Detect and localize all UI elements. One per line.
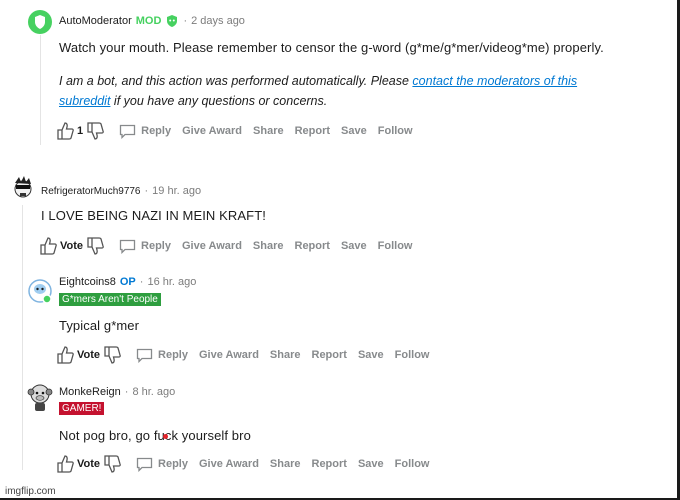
upvote-icon[interactable] bbox=[55, 121, 75, 141]
reply-label: Reply bbox=[141, 125, 172, 137]
comment-body: Not pog bro, go fuck yourself bro bbox=[59, 428, 251, 443]
comment-meta: MonkeReign · 8 hr. ago bbox=[59, 386, 175, 398]
comment-body: Typical g*mer bbox=[59, 318, 140, 333]
upvote-icon[interactable] bbox=[55, 454, 75, 474]
follow-button[interactable]: Follow bbox=[378, 240, 413, 252]
comment-body: I LOVE BEING NAZI IN MEIN KRAFT! bbox=[41, 208, 266, 223]
timestamp[interactable]: 16 hr. ago bbox=[147, 276, 196, 288]
report-button[interactable]: Report bbox=[295, 125, 330, 137]
comment-meta: Eightcoins8 OP · 16 hr. ago bbox=[59, 276, 196, 288]
upvote-icon[interactable] bbox=[55, 345, 75, 365]
downvote-icon[interactable] bbox=[102, 345, 122, 365]
snoo-avatar-icon bbox=[28, 279, 52, 304]
author-name[interactable]: MonkeReign bbox=[59, 386, 121, 398]
op-badge: OP bbox=[119, 276, 136, 288]
follow-button[interactable]: Follow bbox=[395, 458, 430, 470]
imgflip-watermark: imgflip.com bbox=[5, 486, 56, 497]
separator-dot: · bbox=[124, 386, 129, 398]
avatar[interactable] bbox=[27, 278, 53, 304]
bot-disclaimer: I am a bot, and this action was performe… bbox=[59, 71, 619, 111]
mod-badge: MOD bbox=[135, 15, 162, 27]
automoderator-shield-icon bbox=[28, 10, 52, 34]
separator-dot: · bbox=[183, 15, 188, 27]
timestamp[interactable]: 2 days ago bbox=[191, 15, 245, 27]
separator-dot: · bbox=[139, 276, 144, 288]
vote-label: Vote bbox=[77, 458, 101, 470]
give-award-button[interactable]: Give Award bbox=[182, 125, 242, 137]
timestamp[interactable]: 8 hr. ago bbox=[132, 386, 175, 398]
report-button[interactable]: Report bbox=[295, 240, 330, 252]
comment-body: Watch your mouth. Please remember to cen… bbox=[59, 40, 604, 55]
reply-button[interactable]: Reply bbox=[136, 348, 188, 363]
comment-meta: AutoModerator MOD · 2 days ago bbox=[59, 14, 245, 28]
comment-actions: Vote Reply Give Award Share Report Save … bbox=[38, 236, 412, 256]
bot-disclaimer-text: I am a bot, and this action was performe… bbox=[59, 74, 413, 88]
upvote-icon[interactable] bbox=[38, 236, 58, 256]
vote-label: Vote bbox=[77, 349, 101, 361]
give-award-button[interactable]: Give Award bbox=[199, 458, 259, 470]
thread-line[interactable] bbox=[40, 35, 41, 145]
reply-button[interactable]: Reply bbox=[136, 457, 188, 472]
reply-label: Reply bbox=[158, 458, 188, 470]
snoo-avatar-icon bbox=[27, 384, 53, 411]
comment-actions: 1 Reply Give Award Share Report Save Fol… bbox=[55, 121, 413, 141]
save-button[interactable]: Save bbox=[358, 458, 384, 470]
reply-label: Reply bbox=[141, 240, 171, 252]
share-button[interactable]: Share bbox=[253, 125, 284, 137]
downvote-icon[interactable] bbox=[85, 236, 105, 256]
user-flair: GAMER! bbox=[59, 402, 105, 415]
follow-button[interactable]: Follow bbox=[378, 125, 413, 137]
vote-label: Vote bbox=[60, 240, 84, 252]
thread-line[interactable] bbox=[22, 205, 23, 470]
comment-bubble-icon bbox=[136, 457, 153, 472]
comment-meta: RefrigeratorMuch9776 · 19 hr. ago bbox=[41, 185, 201, 197]
comment-bubble-icon bbox=[119, 239, 136, 254]
share-button[interactable]: Share bbox=[270, 458, 301, 470]
share-button[interactable]: Share bbox=[270, 349, 301, 361]
comment-actions: Vote Reply Give Award Share Report Save … bbox=[55, 454, 429, 474]
avatar[interactable] bbox=[26, 382, 54, 412]
red-marker-dot bbox=[163, 434, 168, 439]
follow-button[interactable]: Follow bbox=[395, 349, 430, 361]
share-button[interactable]: Share bbox=[253, 240, 284, 252]
mod-shield-icon bbox=[165, 14, 179, 28]
reply-button[interactable]: Reply bbox=[119, 239, 171, 254]
reply-button[interactable]: Reply bbox=[119, 124, 171, 139]
user-flair: G*mers Aren't People bbox=[59, 293, 161, 306]
avatar[interactable] bbox=[28, 10, 52, 34]
author-name[interactable]: Eightcoins8 bbox=[59, 276, 116, 288]
downvote-icon[interactable] bbox=[102, 454, 122, 474]
bot-disclaimer-text-end: if you have any questions or concerns. bbox=[110, 94, 328, 108]
comment-actions: Vote Reply Give Award Share Report Save … bbox=[55, 345, 429, 365]
reply-label: Reply bbox=[158, 349, 188, 361]
save-button[interactable]: Save bbox=[341, 240, 367, 252]
timestamp[interactable]: 19 hr. ago bbox=[152, 185, 201, 197]
author-name[interactable]: RefrigeratorMuch9776 bbox=[41, 186, 141, 197]
report-button[interactable]: Report bbox=[312, 458, 347, 470]
author-name[interactable]: AutoModerator bbox=[59, 15, 132, 27]
snoo-avatar-icon bbox=[14, 176, 32, 198]
report-button[interactable]: Report bbox=[312, 349, 347, 361]
give-award-button[interactable]: Give Award bbox=[199, 349, 259, 361]
downvote-icon[interactable] bbox=[85, 121, 105, 141]
comment-bubble-icon bbox=[119, 124, 136, 139]
save-button[interactable]: Save bbox=[341, 125, 367, 137]
comment-bubble-icon bbox=[136, 348, 153, 363]
save-button[interactable]: Save bbox=[358, 349, 384, 361]
avatar[interactable] bbox=[10, 174, 36, 200]
give-award-button[interactable]: Give Award bbox=[182, 240, 242, 252]
separator-dot: · bbox=[144, 185, 149, 197]
vote-count: 1 bbox=[77, 125, 84, 137]
